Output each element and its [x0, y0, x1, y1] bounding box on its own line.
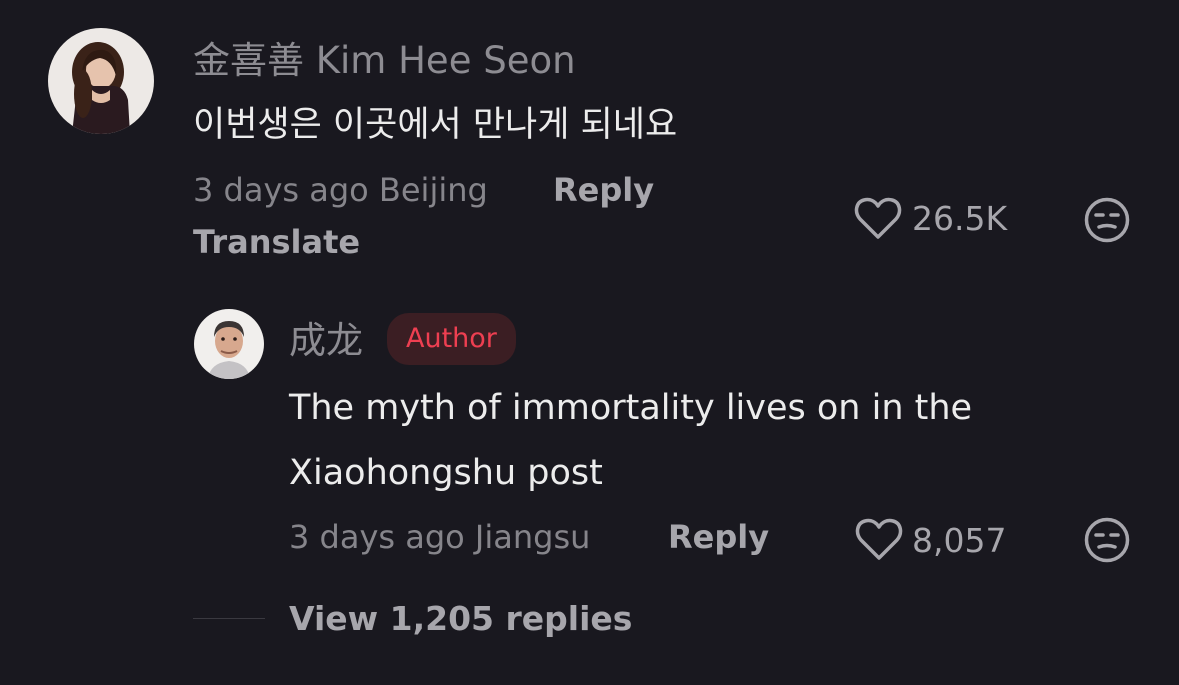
reply-like-count: 8,057	[912, 521, 1007, 560]
reaction-button[interactable]	[1084, 197, 1130, 243]
comment-meta: 3 days ago Beijing	[193, 171, 488, 209]
view-replies-button[interactable]: View 1,205 replies	[289, 602, 632, 635]
reply-like-button[interactable]: 8,057	[855, 518, 1035, 564]
commenter-avatar[interactable]	[48, 28, 154, 134]
heart-outline-icon	[854, 197, 902, 239]
reply-author-name[interactable]: 成龙	[289, 322, 363, 359]
replies-divider	[193, 618, 265, 619]
reply-button[interactable]: Reply	[553, 174, 654, 206]
reply-text-line-2: Xiaohongshu post	[289, 453, 603, 493]
commenter-name[interactable]: 金喜善 Kim Hee Seon	[193, 42, 576, 79]
heart-outline-icon	[855, 518, 903, 560]
reply-text-line-1: The myth of immortality lives on in the	[289, 388, 973, 428]
reply-meta: 3 days ago Jiangsu	[289, 518, 591, 556]
reply-to-reply-button[interactable]: Reply	[668, 521, 769, 553]
comment-text: 이번생은 이곳에서 만나게 되네요	[193, 105, 678, 145]
unamused-face-icon	[1084, 197, 1130, 243]
like-button[interactable]: 26.5K	[854, 197, 1034, 243]
translate-button[interactable]: Translate	[193, 226, 360, 258]
unamused-face-icon	[1084, 517, 1130, 563]
reply-reaction-button[interactable]	[1084, 517, 1130, 563]
author-badge: Author	[387, 313, 516, 365]
like-count: 26.5K	[912, 199, 1008, 238]
reply-author-avatar[interactable]	[194, 309, 264, 379]
